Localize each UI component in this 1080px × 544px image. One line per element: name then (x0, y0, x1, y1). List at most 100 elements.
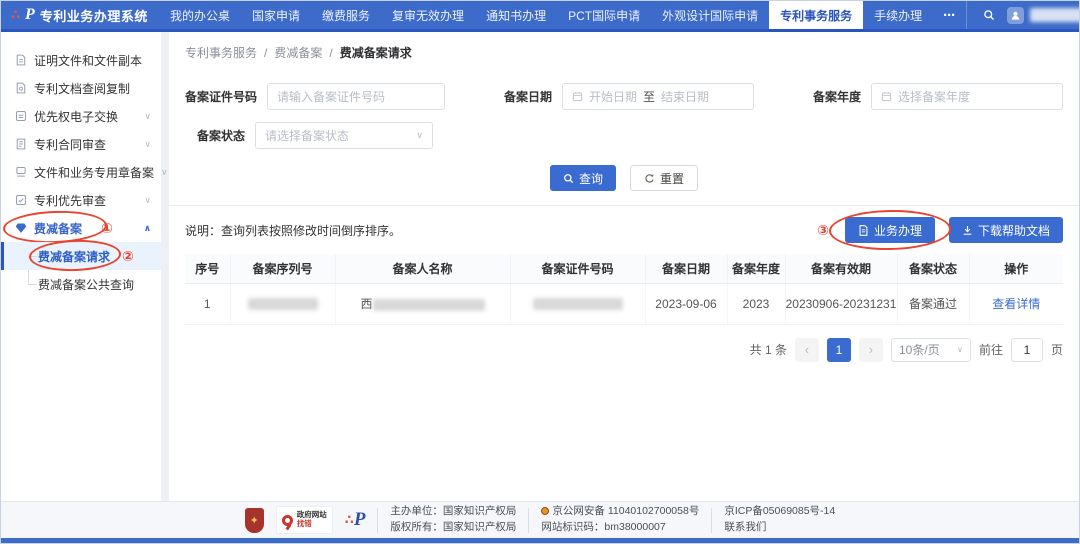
sidebar-item-priority-exchange[interactable]: 优先权电子交换 ∨ (1, 102, 161, 130)
user-name-redacted (1030, 8, 1079, 22)
nav-item-reexam[interactable]: 复审无效办理 (381, 1, 475, 29)
patent-business-system-app: ∴ P 专利业务办理系统 我的办公桌 国家申请 缴费服务 复审无效办理 通知书办… (0, 0, 1080, 544)
fee-reduction-gem-icon (15, 222, 27, 234)
sidebar-item-doc-review-copy[interactable]: 专利文档查阅复制 (1, 74, 161, 102)
filter-cert-number: 备案证件号码 (185, 83, 446, 110)
footer-divider (377, 507, 379, 533)
footer-icp-block: 京ICP备05069085号-14 联系我们 (724, 504, 835, 536)
sidebar-item-fee-reduction-public-query[interactable]: 费减备案公共查询 (1, 270, 161, 298)
logo-dots-icon: ∴ (344, 512, 354, 527)
magnifier-icon (281, 514, 293, 526)
host-line: 主办单位：国家知识产权局 (390, 505, 517, 518)
nav-item-notice[interactable]: 通知书办理 (475, 1, 557, 29)
breadcrumb-item[interactable]: 专利事务服务 (185, 44, 257, 61)
nav-item-pct[interactable]: PCT国际申请 (557, 1, 651, 29)
contact-us-link[interactable]: 联系我们 (724, 520, 835, 536)
nav-item-my-desk[interactable]: 我的办公桌 (159, 1, 241, 29)
chevron-down-icon: ∨ (957, 345, 963, 354)
next-page-button[interactable]: › (858, 337, 883, 362)
total-count: 共 1 条 (749, 343, 787, 357)
cell-validity: 20230906-20231231 (785, 283, 898, 325)
cert-number-input[interactable] (267, 83, 446, 110)
search-button[interactable]: 查询 (549, 165, 616, 191)
annotation-step3: ③ (817, 221, 829, 238)
logo-p-icon: P (25, 6, 35, 23)
nav-item-design-intl[interactable]: 外观设计国际申请 (651, 1, 769, 29)
status-select[interactable]: 请选择备案状态 ∨ (255, 122, 434, 149)
reset-button[interactable]: 重置 (630, 165, 699, 191)
cell-year: 2023 (727, 283, 786, 325)
download-help-button[interactable]: 下载帮助文档 (948, 217, 1063, 243)
goto-label: 前往 (978, 343, 1003, 357)
section-divider (169, 205, 1079, 206)
fee-reduction-submenu: 费减备案请求 ② 费减备案公共查询 (1, 238, 161, 298)
breadcrumb-item[interactable]: 费减备案 (274, 44, 322, 61)
business-handle-button[interactable]: 业务办理 (844, 217, 935, 243)
nav-item-fee-service[interactable]: 缴费服务 (311, 1, 381, 29)
col-date: 备案日期 (645, 254, 728, 284)
sidebar-item-contract-review[interactable]: 专利合同审查 ∨ (1, 130, 161, 158)
main-nav: 我的办公桌 国家申请 缴费服务 复审无效办理 通知书办理 PCT国际申请 外观设… (159, 1, 966, 29)
status-placeholder: 请选择备案状态 (265, 129, 350, 143)
sidebar-item-priority-exam[interactable]: 专利优先审查 ∨ (1, 186, 161, 214)
start-date-placeholder[interactable]: 开始日期 (589, 88, 637, 105)
seal-icon (15, 166, 27, 178)
user-menu[interactable]: ∨ (1007, 6, 1079, 24)
app-logo: ∴ P 专利业务办理系统 (1, 1, 159, 29)
breadcrumb: 专利事务服务 / 费减备案 / 费减备案请求 (185, 44, 412, 61)
annotation-step2: ② (122, 247, 134, 264)
filter-row-1: 备案证件号码 备案日期 开始日期 至 结束日期 备案年度 (185, 83, 1063, 110)
filter-year: 备案年度 选择备案年度 (813, 83, 1063, 110)
national-emblem-icon: ✦ (244, 507, 264, 533)
breadcrumb-current: 费减备案请求 (339, 46, 412, 60)
sidebar: 证明文件和文件副本 专利文档查阅复制 优先权电子交换 ∨ 专利合同审查 ∨ 文件… (1, 32, 168, 501)
cell-index: 1 (185, 283, 231, 325)
nav-item-national-apply[interactable]: 国家申请 (241, 1, 311, 29)
nav-more-button[interactable]: ⋯ (933, 1, 966, 29)
col-cert: 备案证件号码 (510, 254, 646, 284)
table-row: 1 西 2023-09-06 2023 20230906-20231231 备案… (185, 283, 1063, 325)
user-avatar-icon (1007, 6, 1025, 24)
filter-row-2: 备案状态 请选择备案状态 ∨ (185, 122, 1063, 149)
pagination: 共 1 条 ‹ 1 › 10条/页 ∨ 前往 页 (185, 337, 1063, 362)
sidebar-item-fee-reduction[interactable]: 费减备案 ① ∧ (1, 209, 161, 245)
logo-dots-icon: ∴ (11, 7, 21, 22)
chevron-down-icon: ∨ (144, 194, 151, 205)
nav-item-procedure[interactable]: 手续办理 (863, 1, 933, 29)
contract-icon (15, 138, 27, 150)
sidebar-item-fee-reduction-request[interactable]: 费减备案请求 ② (1, 238, 161, 273)
logo-p-icon: P (353, 509, 366, 530)
year-placeholder: 选择备案年度 (897, 90, 970, 104)
filter-actions: 查询 重置 (185, 165, 1063, 191)
gov-site-error-report-badge[interactable]: 政府网站 找错 (275, 506, 333, 534)
sidebar-item-cert-documents[interactable]: 证明文件和文件副本 (1, 46, 161, 74)
nav-item-patent-affairs[interactable]: 专利事务服务 (769, 1, 864, 29)
bottom-accent-strip (1, 538, 1079, 543)
date-range-picker[interactable]: 开始日期 至 结束日期 (562, 83, 754, 110)
col-serial: 备案序列号 (230, 254, 336, 284)
cell-date: 2023-09-06 (645, 283, 728, 325)
year-picker[interactable]: 选择备案年度 (870, 83, 1063, 110)
document-view-icon (15, 82, 27, 94)
icp-line: 京ICP备05069085号-14 (724, 505, 836, 518)
exchange-icon (15, 110, 27, 122)
list-note: 说明：查询列表按照修改时间倒序排序。 (185, 223, 402, 238)
col-index: 序号 (185, 254, 231, 284)
page-number-current[interactable]: 1 (826, 337, 851, 362)
copyright-line: 版权所有：国家知识产权局 (390, 521, 517, 533)
site-code-line: 网站标识码：bm38000007 (541, 521, 666, 533)
view-detail-link[interactable]: 查看详情 (992, 297, 1040, 311)
footer-record-block: 京公网安备 11040102700058号 网站标识码：bm38000007 (541, 504, 699, 536)
chevron-down-icon: ∨ (161, 166, 168, 177)
sidebar-item-seal-filing[interactable]: 文件和业务专用章备案 ∨ (1, 158, 168, 186)
app-title: 专利业务办理系统 (39, 8, 148, 24)
calendar-icon (881, 91, 892, 102)
chevron-down-icon: ∨ (144, 110, 151, 121)
priority-exam-icon (15, 194, 27, 206)
end-date-placeholder[interactable]: 结束日期 (661, 88, 709, 105)
search-icon[interactable] (983, 9, 995, 21)
cell-cert-redacted (510, 283, 646, 325)
page-size-select[interactable]: 10条/页 ∨ (890, 337, 971, 362)
goto-page-input[interactable] (1010, 337, 1043, 362)
prev-page-button[interactable]: ‹ (794, 337, 819, 362)
